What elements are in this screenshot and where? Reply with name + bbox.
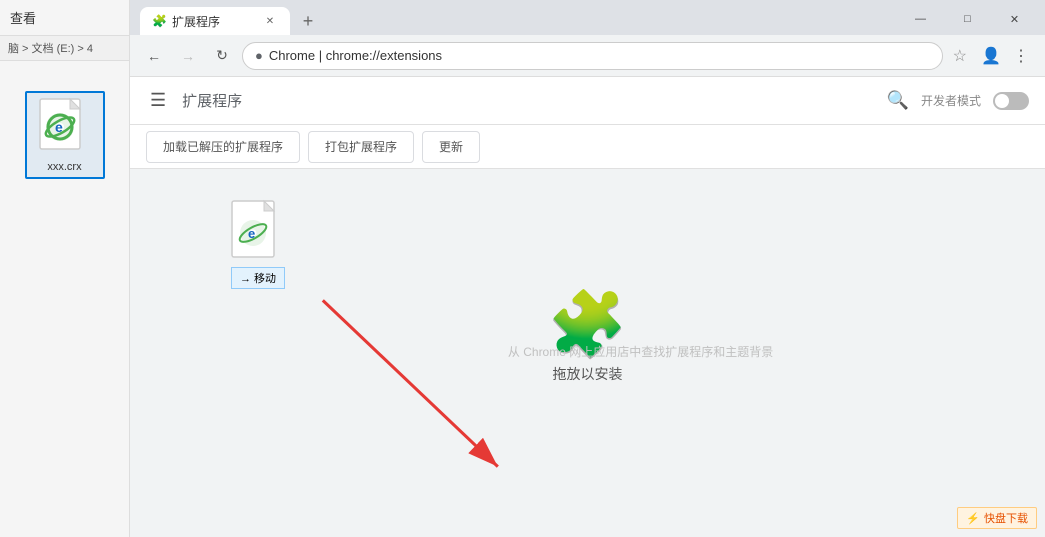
toggle-knob bbox=[995, 94, 1009, 108]
drag-file-icon: e bbox=[230, 199, 286, 263]
refresh-button[interactable]: ↻ bbox=[208, 42, 236, 70]
minimize-button[interactable]: — bbox=[898, 8, 943, 30]
svg-text:e: e bbox=[55, 119, 63, 135]
update-button[interactable]: 更新 bbox=[422, 131, 480, 163]
breadcrumb: 脑 > 文档 (E:) > 4 bbox=[0, 36, 129, 61]
new-tab-button[interactable]: + bbox=[294, 7, 322, 35]
load-unpacked-button[interactable]: 加载已解压的扩展程序 bbox=[146, 131, 300, 163]
watermark-icon: ⚡ bbox=[966, 512, 980, 525]
dev-mode-toggle[interactable] bbox=[993, 92, 1029, 110]
profile-button[interactable]: 👤 bbox=[977, 42, 1005, 70]
forward-button[interactable]: → bbox=[174, 42, 202, 70]
browser-menu-area: 👤 ⋮ bbox=[977, 42, 1035, 70]
file-explorer-panel: 查看 脑 > 文档 (E:) > 4 e xxx.crx bbox=[0, 0, 130, 537]
title-bar: 🧩 扩展程序 ✕ + — □ ✕ bbox=[130, 0, 1045, 35]
drop-label: 拖放以安装 bbox=[553, 364, 623, 384]
dev-mode-label: 开发者模式 bbox=[921, 92, 981, 109]
dragged-file: e → 移动 bbox=[230, 199, 286, 289]
svg-text:e: e bbox=[248, 226, 255, 241]
panel-header: 查看 bbox=[0, 0, 129, 36]
browser-window: 🧩 扩展程序 ✕ + — □ ✕ ← → ↻ ● Chrome | chrome… bbox=[130, 0, 1045, 537]
crx-file-icon: e bbox=[35, 97, 95, 157]
bookmark-button[interactable]: ☆ bbox=[949, 46, 971, 66]
extensions-toolbar: ☰ 扩展程序 🔍 开发者模式 bbox=[130, 77, 1045, 125]
toolbar-right: 🔍 开发者模式 bbox=[887, 90, 1029, 111]
back-button[interactable]: ← bbox=[140, 42, 168, 70]
watermark: ⚡ 快盘下载 bbox=[957, 507, 1037, 529]
secure-icon: ● bbox=[255, 48, 263, 63]
window-controls: — □ ✕ bbox=[898, 8, 1045, 30]
watermark-text: 快盘下载 bbox=[984, 510, 1028, 526]
tab-close-button[interactable]: ✕ bbox=[262, 13, 278, 29]
tab-title: 扩展程序 bbox=[172, 13, 256, 30]
search-button[interactable]: 🔍 bbox=[887, 90, 909, 111]
empty-hint-text: 从 Chrome 网上应用店中查找扩展程序和主题背景 bbox=[508, 343, 773, 360]
extensions-title: 扩展程序 bbox=[182, 90, 242, 111]
drag-move-label: → 移动 bbox=[231, 267, 285, 289]
tab-favicon: 🧩 bbox=[152, 14, 166, 28]
extensions-main-content: 从 Chrome 网上应用店中查找扩展程序和主题背景 🧩 拖放以安装 bbox=[130, 169, 1045, 537]
file-name-label: xxx.crx bbox=[47, 161, 81, 173]
close-button[interactable]: ✕ bbox=[992, 8, 1037, 30]
crx-file-item[interactable]: e xxx.crx bbox=[25, 91, 105, 179]
address-bar: ← → ↻ ● Chrome | chrome://extensions ☆ 👤… bbox=[130, 35, 1045, 77]
extensions-page: ☰ 扩展程序 🔍 开发者模式 加载已解压的扩展程序 打包扩展程序 更新 从 Ch… bbox=[130, 77, 1045, 537]
menu-button[interactable]: ⋮ bbox=[1007, 42, 1035, 70]
pack-extension-button[interactable]: 打包扩展程序 bbox=[308, 131, 414, 163]
url-text: Chrome | chrome://extensions bbox=[269, 48, 930, 63]
drop-target-area: 🧩 拖放以安装 bbox=[548, 292, 628, 384]
file-area: e xxx.crx bbox=[0, 61, 129, 537]
url-bar[interactable]: ● Chrome | chrome://extensions bbox=[242, 42, 943, 70]
maximize-button[interactable]: □ bbox=[945, 8, 990, 30]
extensions-action-bar: 加载已解压的扩展程序 打包扩展程序 更新 bbox=[130, 125, 1045, 169]
hamburger-button[interactable]: ☰ bbox=[146, 86, 170, 115]
active-tab[interactable]: 🧩 扩展程序 ✕ bbox=[140, 7, 290, 35]
